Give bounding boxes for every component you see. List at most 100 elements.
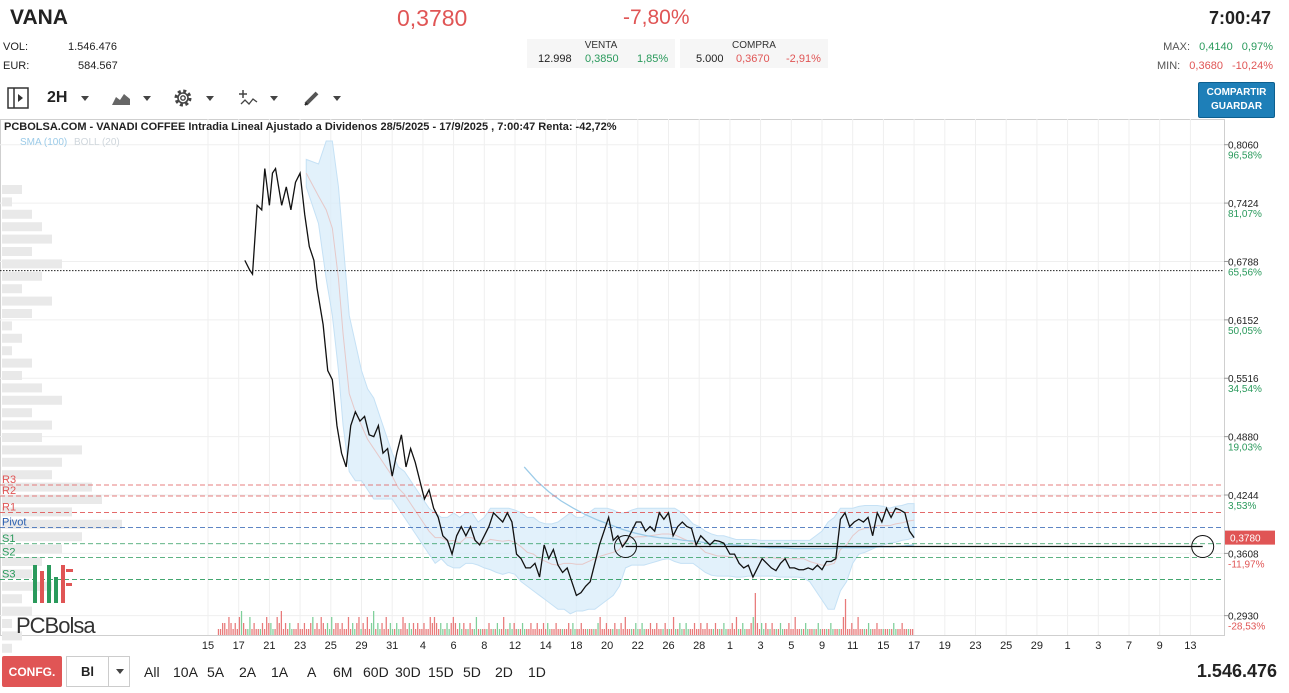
x-tick-label: 12 bbox=[509, 640, 521, 652]
volume-bar bbox=[236, 629, 238, 635]
range-button-5d[interactable]: 5D bbox=[463, 664, 481, 680]
volume-bar bbox=[396, 623, 398, 635]
x-tick-label: 28 bbox=[693, 640, 705, 652]
volume-bar bbox=[469, 623, 471, 635]
volume-bar bbox=[333, 629, 335, 635]
chart-type-select[interactable] bbox=[111, 84, 151, 112]
price-chart[interactable]: R3R2R1PivotS1S2S3 15 17 21 23 25 29 31 4 6 8 12 14 1… bbox=[0, 119, 1289, 654]
volume-bar bbox=[471, 629, 473, 635]
volume-bar bbox=[815, 629, 817, 635]
volume-profile-bar bbox=[2, 185, 22, 194]
volume-bar bbox=[358, 617, 360, 635]
drawing-tools-select[interactable] bbox=[303, 84, 341, 112]
pivot-label-s2: S2 bbox=[2, 547, 15, 559]
range-button-60d[interactable]: 60D bbox=[363, 664, 389, 680]
range-button-15d[interactable]: 15D bbox=[428, 664, 454, 680]
volume-bar bbox=[630, 629, 633, 635]
volume-bar bbox=[328, 629, 331, 635]
volume-bar bbox=[880, 629, 882, 635]
volume-bar bbox=[779, 623, 782, 635]
volume-bar bbox=[268, 623, 270, 635]
volume-bar bbox=[370, 623, 373, 635]
range-button-1d[interactable]: 1D bbox=[528, 664, 546, 680]
volume-bar bbox=[417, 623, 419, 635]
volume-bar bbox=[830, 623, 832, 635]
volume-bar bbox=[846, 629, 849, 635]
range-button-2a[interactable]: 2A bbox=[239, 664, 256, 680]
sell-price: 0,3850 bbox=[585, 53, 619, 65]
range-button-6m[interactable]: 6M bbox=[333, 664, 352, 680]
volume-bar bbox=[700, 623, 702, 635]
volume-bar bbox=[249, 617, 251, 635]
volume-bar bbox=[446, 623, 448, 635]
range-button-2d[interactable]: 2D bbox=[495, 664, 513, 680]
toggle-panel-button[interactable] bbox=[7, 84, 29, 112]
x-tick-label: 1 bbox=[727, 640, 733, 652]
mode-select[interactable]: Bl bbox=[66, 656, 130, 687]
range-button-10a[interactable]: 10A bbox=[173, 664, 198, 680]
volume-bar bbox=[364, 629, 366, 635]
interval-select[interactable]: 2H bbox=[47, 84, 90, 112]
volume-bar bbox=[714, 623, 717, 635]
range-button-5a[interactable]: 5A bbox=[207, 664, 224, 680]
indicators-select[interactable] bbox=[238, 84, 278, 112]
chevron-down-icon bbox=[116, 669, 124, 674]
volume-bar bbox=[368, 629, 371, 635]
volume-bar bbox=[308, 629, 310, 635]
volume-bar bbox=[607, 629, 610, 635]
volume-bar bbox=[263, 629, 266, 635]
volume-bar bbox=[331, 617, 333, 635]
volume-bar bbox=[435, 623, 438, 635]
pivot-label-pivot: Pivot bbox=[2, 517, 26, 529]
volume-bar bbox=[440, 623, 442, 635]
volume-bar bbox=[708, 629, 710, 635]
volume-bar bbox=[389, 623, 392, 635]
range-button-all[interactable]: All bbox=[144, 664, 160, 680]
volume-bar bbox=[553, 629, 555, 635]
config-button[interactable]: CONFG. bbox=[2, 656, 62, 687]
volume-bar bbox=[234, 623, 236, 635]
range-button-1a[interactable]: 1A bbox=[271, 664, 288, 680]
y-tick-pct: 81,07% bbox=[1228, 209, 1262, 220]
volume-bar bbox=[878, 629, 880, 635]
share-save-button[interactable]: COMPARTIR GUARDAR bbox=[1198, 82, 1275, 118]
volume-bar bbox=[465, 629, 467, 635]
settings-select[interactable] bbox=[172, 84, 214, 112]
volume-bar bbox=[792, 629, 794, 635]
volume-bar bbox=[647, 629, 650, 635]
volume-bar bbox=[872, 629, 874, 635]
indicator-boll-label[interactable]: BOLL (20) bbox=[74, 137, 120, 148]
sell-qty: 12.998 bbox=[538, 53, 572, 65]
volume-bar bbox=[781, 629, 784, 635]
volume-bar bbox=[228, 617, 230, 635]
volume-profile-bar bbox=[2, 333, 22, 343]
volume-bar bbox=[532, 629, 534, 635]
volume-bar bbox=[259, 629, 262, 635]
chart-title: PCBOLSA.COM - VANADI COFFEE Intradia Lin… bbox=[4, 121, 617, 133]
volume-bar bbox=[498, 629, 501, 635]
volume-bar bbox=[284, 623, 287, 635]
indicator-sma-label[interactable]: SMA (100) bbox=[20, 137, 67, 148]
volume-bar bbox=[299, 629, 301, 635]
chevron-down-icon bbox=[206, 95, 214, 101]
panel-toggle-icon bbox=[7, 87, 29, 109]
volume-profile-bar bbox=[2, 408, 32, 418]
volume-bar bbox=[339, 629, 341, 635]
volume-bar bbox=[842, 617, 845, 635]
volume-bar bbox=[681, 629, 683, 635]
volume-bar bbox=[301, 629, 303, 635]
gear-icon bbox=[174, 89, 192, 107]
volume-bar bbox=[528, 629, 530, 635]
volume-bar bbox=[326, 623, 329, 635]
x-tick-label: 1 bbox=[1065, 640, 1071, 652]
range-button-a[interactable]: A bbox=[307, 664, 316, 680]
x-tick-label: 23 bbox=[969, 640, 981, 652]
volume-bar bbox=[677, 629, 679, 635]
volume-profile-bar bbox=[2, 259, 62, 269]
volume-bar bbox=[668, 629, 670, 635]
range-button-30d[interactable]: 30D bbox=[395, 664, 421, 680]
volume-bar bbox=[433, 617, 436, 635]
volume-bar bbox=[503, 617, 505, 635]
volume-bar bbox=[561, 629, 564, 635]
volume-bar bbox=[565, 629, 568, 635]
